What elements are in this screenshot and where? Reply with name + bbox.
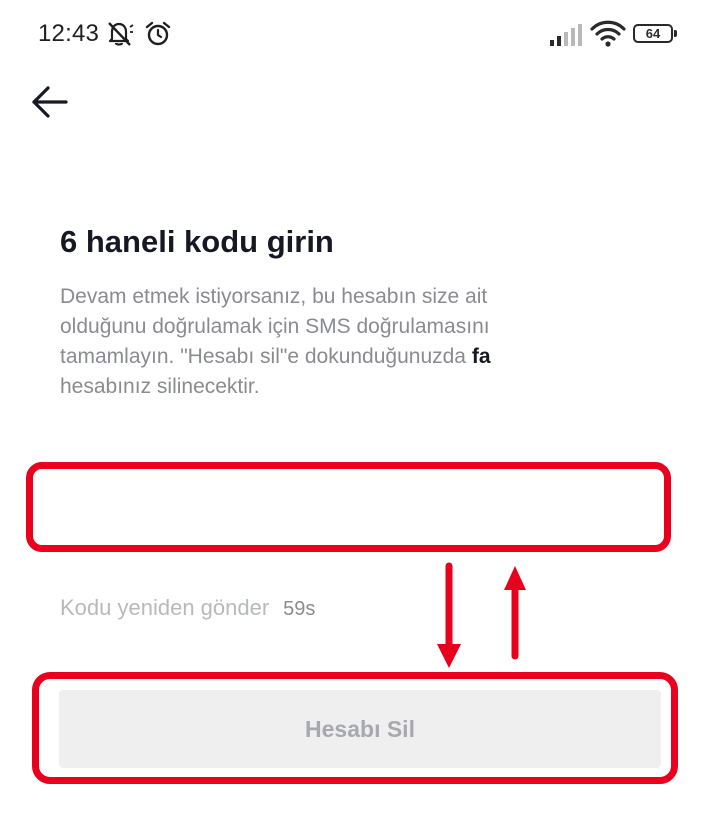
description-line: olduğunu doğrulamak için SMS doğrulaması… <box>60 315 490 338</box>
description-line: tamamlayın. "Hesabı sil"e dokunduğunuzda… <box>60 345 491 368</box>
alarm-icon <box>144 20 172 53</box>
code-input[interactable] <box>40 476 662 540</box>
delete-account-button[interactable]: Hesabı Sil <box>59 690 661 768</box>
battery-icon: 64 <box>633 24 677 44</box>
resend-timer: 59s <box>283 598 316 620</box>
mute-icon <box>104 20 134 53</box>
resend-row: Kodu yeniden gönder 59s <box>60 595 315 621</box>
back-button[interactable] <box>28 80 72 124</box>
status-time: 12:43 <box>38 20 100 47</box>
description-line: Devam etmek istiyorsanız, bu hesabın siz… <box>60 285 488 308</box>
signal-icon <box>550 24 584 51</box>
arrow-left-icon <box>32 86 68 118</box>
description-text: Devam etmek istiyorsanız, bu hesabın siz… <box>60 282 575 402</box>
arrow-down-icon <box>437 562 461 668</box>
resend-code-link[interactable]: Kodu yeniden gönder <box>60 595 269 620</box>
description-line: hesabınız silinecektir. <box>60 375 260 398</box>
annotation-arrows <box>437 562 526 668</box>
battery-level: 64 <box>633 24 673 43</box>
wifi-icon <box>590 20 626 53</box>
arrow-up-icon <box>504 566 526 660</box>
description-bold-fragment: fa <box>471 345 491 368</box>
page-title: 6 haneli kodu girin <box>60 224 334 259</box>
